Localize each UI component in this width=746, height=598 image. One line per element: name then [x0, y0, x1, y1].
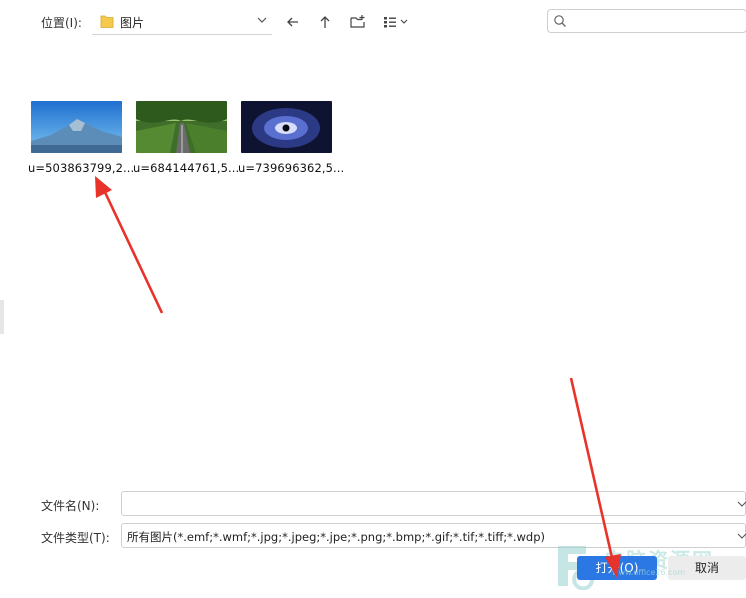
file-name: u=684144761,5... — [133, 161, 240, 175]
filetype-value: 所有图片(*.emf;*.wmf;*.jpg;*.jpeg;*.jpe;*.pn… — [127, 530, 546, 544]
chevron-down-icon[interactable] — [737, 530, 746, 540]
file-name: u=739696362,5... — [238, 161, 345, 175]
annotation-arrow — [101, 187, 164, 314]
location-label: 位置(I): — [41, 16, 82, 30]
space-eye-thumbnail — [241, 101, 332, 153]
file-item[interactable]: u=503863799,2... — [28, 101, 135, 175]
search-icon — [553, 14, 567, 28]
filetype-label: 文件类型(T): — [41, 531, 110, 545]
watermark-url: www.office26.com — [612, 568, 686, 577]
view-options-icon[interactable] — [382, 12, 412, 32]
current-folder-name: 图片 — [120, 16, 145, 30]
mountain-thumbnail — [31, 101, 122, 153]
up-arrow-icon[interactable] — [315, 12, 335, 32]
location-dropdown[interactable] — [92, 10, 272, 35]
file-item[interactable]: u=739696362,5... — [238, 101, 345, 175]
filename-input[interactable] — [121, 491, 746, 516]
chevron-down-icon[interactable] — [737, 498, 746, 508]
search-input[interactable] — [547, 9, 746, 33]
chevron-down-icon[interactable] — [255, 13, 269, 27]
tree-road-thumbnail — [136, 101, 227, 153]
new-folder-icon[interactable] — [348, 12, 368, 32]
folder-icon — [100, 13, 114, 29]
file-item[interactable]: u=684144761,5... — [133, 101, 240, 175]
sidebar-scroll-edge[interactable] — [0, 300, 4, 334]
arrow-head-icon — [95, 176, 112, 198]
file-name: u=503863799,2... — [28, 161, 135, 175]
back-arrow-icon[interactable] — [283, 12, 303, 32]
filename-label: 文件名(N): — [41, 499, 100, 513]
